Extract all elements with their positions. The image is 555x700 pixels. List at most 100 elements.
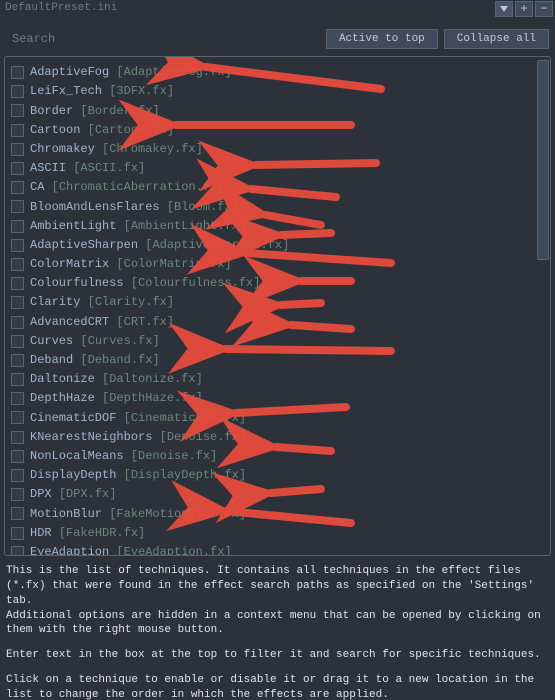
technique-row[interactable]: Chromakey [Chromakey.fx]: [11, 140, 536, 159]
search-input[interactable]: [6, 28, 320, 50]
technique-row[interactable]: Daltonize [Daltonize.fx]: [11, 370, 536, 389]
scroll-thumb[interactable]: [537, 60, 549, 260]
technique-label: CinematicDOF [CinematicDOF.fx]: [30, 410, 246, 427]
triangle-down-icon: [499, 4, 509, 14]
technique-checkbox[interactable]: [11, 392, 24, 405]
active-to-top-button[interactable]: Active to top: [326, 29, 438, 49]
technique-checkbox[interactable]: [11, 450, 24, 463]
technique-row[interactable]: BloomAndLensFlares [Bloom.fx]: [11, 197, 536, 216]
technique-label: CA [ChromaticAberration.fx]: [30, 179, 224, 196]
technique-checkbox[interactable]: [11, 469, 24, 482]
technique-checkbox[interactable]: [11, 546, 24, 555]
technique-checkbox[interactable]: [11, 200, 24, 213]
technique-row[interactable]: DepthHaze [DepthHaze.fx]: [11, 389, 536, 408]
technique-checkbox[interactable]: [11, 354, 24, 367]
technique-name: Cartoon: [30, 123, 80, 137]
technique-name: NonLocalMeans: [30, 449, 124, 463]
technique-checkbox[interactable]: [11, 507, 24, 520]
technique-checkbox[interactable]: [11, 220, 24, 233]
technique-checkbox[interactable]: [11, 258, 24, 271]
technique-row[interactable]: AdaptiveSharpen [AdaptiveSharpen.fx]: [11, 236, 536, 255]
technique-label: LeiFx_Tech [3DFX.fx]: [30, 83, 174, 100]
technique-checkbox[interactable]: [11, 124, 24, 137]
technique-row[interactable]: CinematicDOF [CinematicDOF.fx]: [11, 408, 536, 427]
technique-file: Bloom.fx: [174, 200, 232, 214]
technique-row[interactable]: HDR [FakeHDR.fx]: [11, 524, 536, 543]
technique-file: CRT.fx: [124, 315, 167, 329]
technique-checkbox[interactable]: [11, 143, 24, 156]
technique-row[interactable]: AdaptiveFog [AdaptiveFog.fx]: [11, 63, 536, 82]
technique-label: Cartoon [Cartoon.fx]: [30, 122, 174, 139]
remove-preset-button[interactable]: −: [535, 1, 553, 17]
technique-file: ChromaticAberration.fx: [59, 180, 217, 194]
preset-filename: DefaultPreset.ini: [2, 1, 493, 16]
technique-name: KNearestNeighbors: [30, 430, 152, 444]
technique-name: AdaptiveFog: [30, 65, 109, 79]
help-paragraph: Additional options are hidden in a conte…: [6, 610, 541, 637]
technique-name: AmbientLight: [30, 219, 116, 233]
technique-row[interactable]: DPX [DPX.fx]: [11, 485, 536, 504]
technique-name: AdaptiveSharpen: [30, 238, 138, 252]
technique-row[interactable]: ColorMatrix [ColorMatrix.fx]: [11, 255, 536, 274]
add-preset-button[interactable]: +: [515, 1, 533, 17]
scrollbar[interactable]: [537, 58, 549, 554]
technique-row[interactable]: Deband [Deband.fx]: [11, 351, 536, 370]
technique-checkbox[interactable]: [11, 277, 24, 290]
help-paragraph: This is the list of techniques. It conta…: [6, 565, 534, 607]
technique-row[interactable]: CA [ChromaticAberration.fx]: [11, 178, 536, 197]
technique-row[interactable]: ASCII [ASCII.fx]: [11, 159, 536, 178]
technique-name: CA: [30, 180, 44, 194]
technique-name: EyeAdaption: [30, 545, 109, 555]
technique-row[interactable]: DisplayDepth [DisplayDepth.fx]: [11, 466, 536, 485]
technique-row[interactable]: NonLocalMeans [Denoise.fx]: [11, 447, 536, 466]
technique-checkbox[interactable]: [11, 66, 24, 79]
technique-file: ColorMatrix.fx: [124, 257, 225, 271]
technique-name: Daltonize: [30, 372, 95, 386]
technique-checkbox[interactable]: [11, 296, 24, 309]
technique-file: AdaptiveFog.fx: [124, 65, 225, 79]
technique-row[interactable]: EyeAdaption [EyeAdaption.fx]: [11, 543, 536, 555]
technique-checkbox[interactable]: [11, 104, 24, 117]
technique-file: Curves.fx: [88, 334, 153, 348]
technique-checkbox[interactable]: [11, 316, 24, 329]
plus-icon: +: [520, 1, 527, 18]
technique-row[interactable]: Cartoon [Cartoon.fx]: [11, 121, 536, 140]
technique-name: CinematicDOF: [30, 411, 116, 425]
technique-label: ColorMatrix [ColorMatrix.fx]: [30, 256, 232, 273]
technique-checkbox[interactable]: [11, 162, 24, 175]
technique-checkbox[interactable]: [11, 85, 24, 98]
technique-row[interactable]: MotionBlur [FakeMotionBlur.fx]: [11, 504, 536, 523]
technique-row[interactable]: KNearestNeighbors [Denoise.fx]: [11, 428, 536, 447]
technique-checkbox[interactable]: [11, 411, 24, 424]
technique-file: AmbientLight.fx: [131, 219, 239, 233]
technique-label: MotionBlur [FakeMotionBlur.fx]: [30, 506, 246, 523]
technique-row[interactable]: Clarity [Clarity.fx]: [11, 293, 536, 312]
technique-checkbox[interactable]: [11, 488, 24, 501]
technique-file: Denoise.fx: [167, 430, 239, 444]
technique-label: HDR [FakeHDR.fx]: [30, 525, 145, 542]
dropdown-button[interactable]: [495, 1, 513, 17]
technique-row[interactable]: AdvancedCRT [CRT.fx]: [11, 312, 536, 331]
technique-row[interactable]: LeiFx_Tech [3DFX.fx]: [11, 82, 536, 101]
technique-row[interactable]: Border [Border.fx]: [11, 101, 536, 120]
technique-checkbox[interactable]: [11, 335, 24, 348]
technique-checkbox[interactable]: [11, 373, 24, 386]
technique-row[interactable]: Colourfulness [Colourfulness.fx]: [11, 274, 536, 293]
technique-checkbox[interactable]: [11, 181, 24, 194]
technique-checkbox[interactable]: [11, 527, 24, 540]
technique-file: DepthHaze.fx: [109, 391, 195, 405]
help-paragraph: Click on a technique to enable or disabl…: [6, 673, 549, 700]
technique-name: Colourfulness: [30, 276, 124, 290]
technique-row[interactable]: Curves [Curves.fx]: [11, 332, 536, 351]
technique-checkbox[interactable]: [11, 431, 24, 444]
technique-name: ColorMatrix: [30, 257, 109, 271]
technique-label: EyeAdaption [EyeAdaption.fx]: [30, 544, 232, 555]
technique-label: Colourfulness [Colourfulness.fx]: [30, 275, 260, 292]
help-paragraph: Enter text in the box at the top to filt…: [6, 648, 549, 663]
technique-label: AdaptiveFog [AdaptiveFog.fx]: [30, 64, 232, 81]
technique-checkbox[interactable]: [11, 239, 24, 252]
technique-label: Deband [Deband.fx]: [30, 352, 160, 369]
collapse-all-button[interactable]: Collapse all: [444, 29, 549, 49]
technique-row[interactable]: AmbientLight [AmbientLight.fx]: [11, 217, 536, 236]
technique-label: DPX [DPX.fx]: [30, 486, 116, 503]
